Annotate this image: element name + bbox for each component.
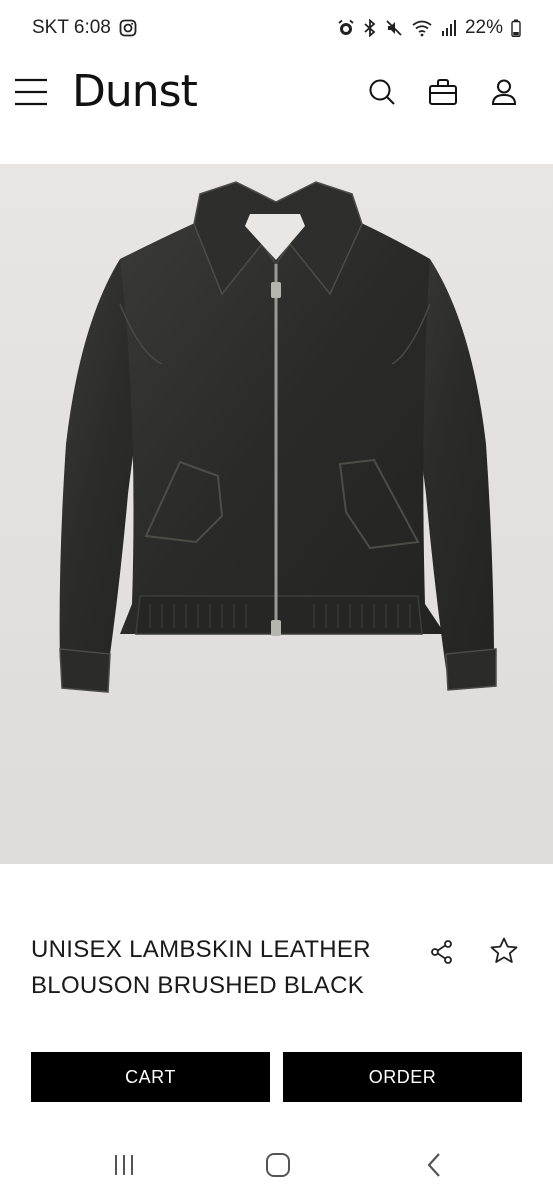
account-icon: [491, 79, 517, 105]
search-button[interactable]: [366, 76, 398, 108]
status-right: 22%: [337, 17, 521, 39]
share-icon: [431, 940, 452, 964]
mute-icon: [385, 19, 403, 37]
product-title: UNISEX LAMBSKIN LEATHER BLOUSON BRUSHED …: [31, 932, 411, 1004]
star-icon: [490, 937, 518, 963]
back-button[interactable]: [414, 1148, 454, 1182]
status-left: SKT 6:08: [32, 17, 137, 39]
recent-apps-icon: [115, 1155, 133, 1175]
recent-apps-button[interactable]: [104, 1148, 144, 1182]
wishlist-button[interactable]: [486, 934, 522, 968]
carrier-time: SKT 6:08: [32, 17, 111, 38]
home-button[interactable]: [258, 1148, 298, 1182]
alarm-icon: [337, 19, 355, 37]
product-title-line2: BLOUSON BRUSHED BLACK: [31, 972, 365, 999]
home-icon: [266, 1153, 290, 1177]
share-button[interactable]: [426, 936, 458, 968]
leather-jacket-image: [0, 164, 553, 864]
product-title-line1: UNISEX LAMBSKIN LEATHER: [31, 936, 371, 963]
battery-icon: [511, 19, 521, 37]
menu-button[interactable]: [14, 76, 48, 108]
bag-icon: [429, 79, 457, 105]
back-icon: [427, 1153, 440, 1177]
product-image[interactable]: [0, 164, 553, 864]
signal-icon: [441, 19, 457, 37]
cart-button[interactable]: CART: [31, 1052, 270, 1102]
battery-percent: 22%: [464, 17, 503, 38]
system-nav-bar: [0, 1130, 553, 1200]
search-icon: [369, 79, 395, 105]
account-button[interactable]: [488, 76, 520, 108]
status-bar: SKT 6:08 22%: [0, 0, 553, 56]
bag-button[interactable]: [427, 76, 459, 108]
menu-icon: [15, 78, 47, 106]
app-header: Dunst: [0, 56, 553, 132]
order-button[interactable]: ORDER: [283, 1052, 522, 1102]
wifi-icon: [411, 19, 433, 37]
bluetooth-icon: [363, 19, 377, 37]
instagram-icon: [119, 19, 137, 37]
brand-logo[interactable]: Dunst: [72, 66, 198, 117]
